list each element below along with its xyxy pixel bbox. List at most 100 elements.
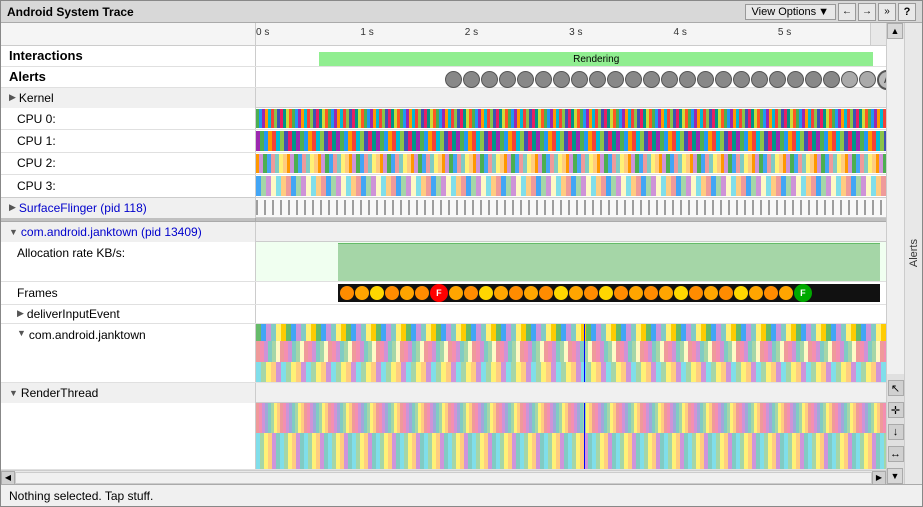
frame-circle xyxy=(749,286,763,300)
title-controls: View Options ▼ ← → » ? xyxy=(745,3,917,21)
frames-track[interactable]: F xyxy=(256,282,886,303)
alert-circle xyxy=(517,71,534,88)
render-track-bottom xyxy=(256,433,886,469)
renderthread-expand-icon[interactable]: ▼ xyxy=(9,388,18,398)
status-message: Nothing selected. Tap stuff. xyxy=(9,489,153,503)
cpu2-row: CPU 2: xyxy=(1,153,886,175)
render-track xyxy=(256,403,886,469)
frame-circle xyxy=(629,286,643,300)
alert-circle xyxy=(679,71,696,88)
deliver-expand-icon[interactable]: ▶ xyxy=(17,308,24,319)
app-title: Android System Trace xyxy=(7,5,745,19)
surfaceflinger-expand-icon[interactable]: ▶ xyxy=(9,202,16,213)
frame-f-green: F xyxy=(794,284,812,301)
alert-circle xyxy=(661,71,678,88)
frames-circles-container: F xyxy=(338,284,880,301)
kernel-expand-icon[interactable]: ▶ xyxy=(9,92,16,103)
frame-circle xyxy=(689,286,703,300)
hscroll-left-btn[interactable]: ◀ xyxy=(1,471,15,485)
main-content: 0 s 1 s 2 s 3 s 4 s 5 s Interactions xyxy=(1,23,922,484)
timeline-ticks-area: 0 s 1 s 2 s 3 s 4 s 5 s xyxy=(256,23,870,45)
vertical-cursor xyxy=(584,324,585,382)
rendering-bar: Rendering xyxy=(319,52,873,66)
alert-circle xyxy=(823,71,840,88)
frame-circle xyxy=(779,286,793,300)
hscroll-right-btn[interactable]: ▶ xyxy=(872,471,886,485)
tick-5s: 5 s xyxy=(778,27,791,38)
renderthread-label xyxy=(1,403,256,469)
alerts-track[interactable]: A xyxy=(256,67,886,95)
frame-circle xyxy=(524,286,538,300)
vscroll-up-btn[interactable]: ▲ xyxy=(887,23,903,39)
interactions-label: Interactions xyxy=(1,46,256,66)
tool-icons: ↖ ✛ ↓ ↔ xyxy=(887,374,904,468)
nav-back-button[interactable]: ← xyxy=(838,3,856,21)
cpu3-row: CPU 3: xyxy=(1,175,886,197)
cpu1-track[interactable] xyxy=(256,130,886,151)
alert-circle xyxy=(571,71,588,88)
frame-circle xyxy=(509,286,523,300)
help-button[interactable]: ? xyxy=(898,3,916,21)
tick-3s: 3 s xyxy=(569,27,582,38)
frame-circle xyxy=(385,286,399,300)
cpu2-label: CPU 2: xyxy=(1,153,256,174)
right-scrollbar-area: ▲ ↖ ✛ ↓ ↔ ▼ xyxy=(886,23,904,484)
trace-area: 0 s 1 s 2 s 3 s 4 s 5 s Interactions xyxy=(1,23,922,484)
janktown-sub-track[interactable] xyxy=(256,324,886,382)
nav-forward-button[interactable]: → xyxy=(858,3,876,21)
alerts-row: Alerts xyxy=(1,67,886,88)
alert-circle xyxy=(769,71,786,88)
deliver-label: ▶ deliverInputEvent xyxy=(1,305,256,323)
move-tool-btn[interactable]: ✛ xyxy=(888,402,904,418)
cpu3-track[interactable] xyxy=(256,175,886,196)
status-bar: Nothing selected. Tap stuff. xyxy=(1,484,922,506)
cpu1-bars xyxy=(256,131,886,150)
view-options-button[interactable]: View Options ▼ xyxy=(745,4,837,20)
janktown-track-row3 xyxy=(256,362,886,382)
cpu2-bars xyxy=(256,154,886,173)
frame-circle xyxy=(614,286,628,300)
hscrollbar[interactable]: ◀ ▶ xyxy=(1,470,886,484)
alert-circle xyxy=(445,71,462,88)
surfaceflinger-track[interactable] xyxy=(256,198,886,217)
zoom-in-btn[interactable]: ↓ xyxy=(888,424,904,440)
nav-more-button[interactable]: » xyxy=(878,3,896,21)
frame-circle xyxy=(569,286,583,300)
cpu2-track[interactable] xyxy=(256,153,886,174)
alert-circle xyxy=(553,71,570,88)
alert-circle xyxy=(463,71,480,88)
vscroll-track[interactable] xyxy=(887,39,904,374)
cpu1-label: CPU 1: xyxy=(1,130,256,151)
renderthread-row xyxy=(1,403,886,470)
janktown-sub-row: ▼ com.android.janktown xyxy=(1,324,886,383)
janktown-header-label: ▼ com.android.janktown (pid 13409) xyxy=(1,222,256,242)
alert-circle-a xyxy=(841,71,858,88)
cpu0-row: CPU 0: xyxy=(1,108,886,130)
surfaceflinger-label: ▶ SurfaceFlinger (pid 118) xyxy=(1,198,256,218)
frame-circle xyxy=(644,286,658,300)
alerts-side-label: Alerts xyxy=(908,239,920,267)
cursor-tool-btn[interactable]: ↖ xyxy=(888,380,904,396)
frames-row: Frames F xyxy=(1,282,886,304)
frame-circle xyxy=(554,286,568,300)
rows-container[interactable]: Interactions Rendering Alerts xyxy=(1,46,886,470)
hscroll-track[interactable] xyxy=(15,472,872,484)
vscroll-down-btn[interactable]: ▼ xyxy=(887,468,903,484)
alert-circle xyxy=(715,71,732,88)
alloc-track[interactable] xyxy=(256,242,886,282)
deliver-track[interactable] xyxy=(256,305,886,323)
janktown-sub-expand-icon[interactable]: ▼ xyxy=(17,328,26,338)
frame-circle xyxy=(494,286,508,300)
alert-circle xyxy=(589,71,606,88)
janktown-expand-icon[interactable]: ▼ xyxy=(9,227,18,237)
title-bar: Android System Trace View Options ▼ ← → … xyxy=(1,1,922,23)
alert-circle xyxy=(535,71,552,88)
cpu0-track[interactable] xyxy=(256,108,886,129)
kernel-header-label: ▶ Kernel xyxy=(1,88,256,108)
renderthread-track[interactable] xyxy=(256,403,886,469)
frame-circle xyxy=(400,286,414,300)
cpu3-bars xyxy=(256,176,886,195)
cpu0-bars xyxy=(256,109,886,128)
janktown-track xyxy=(256,324,886,382)
zoom-out-btn[interactable]: ↔ xyxy=(888,446,904,462)
